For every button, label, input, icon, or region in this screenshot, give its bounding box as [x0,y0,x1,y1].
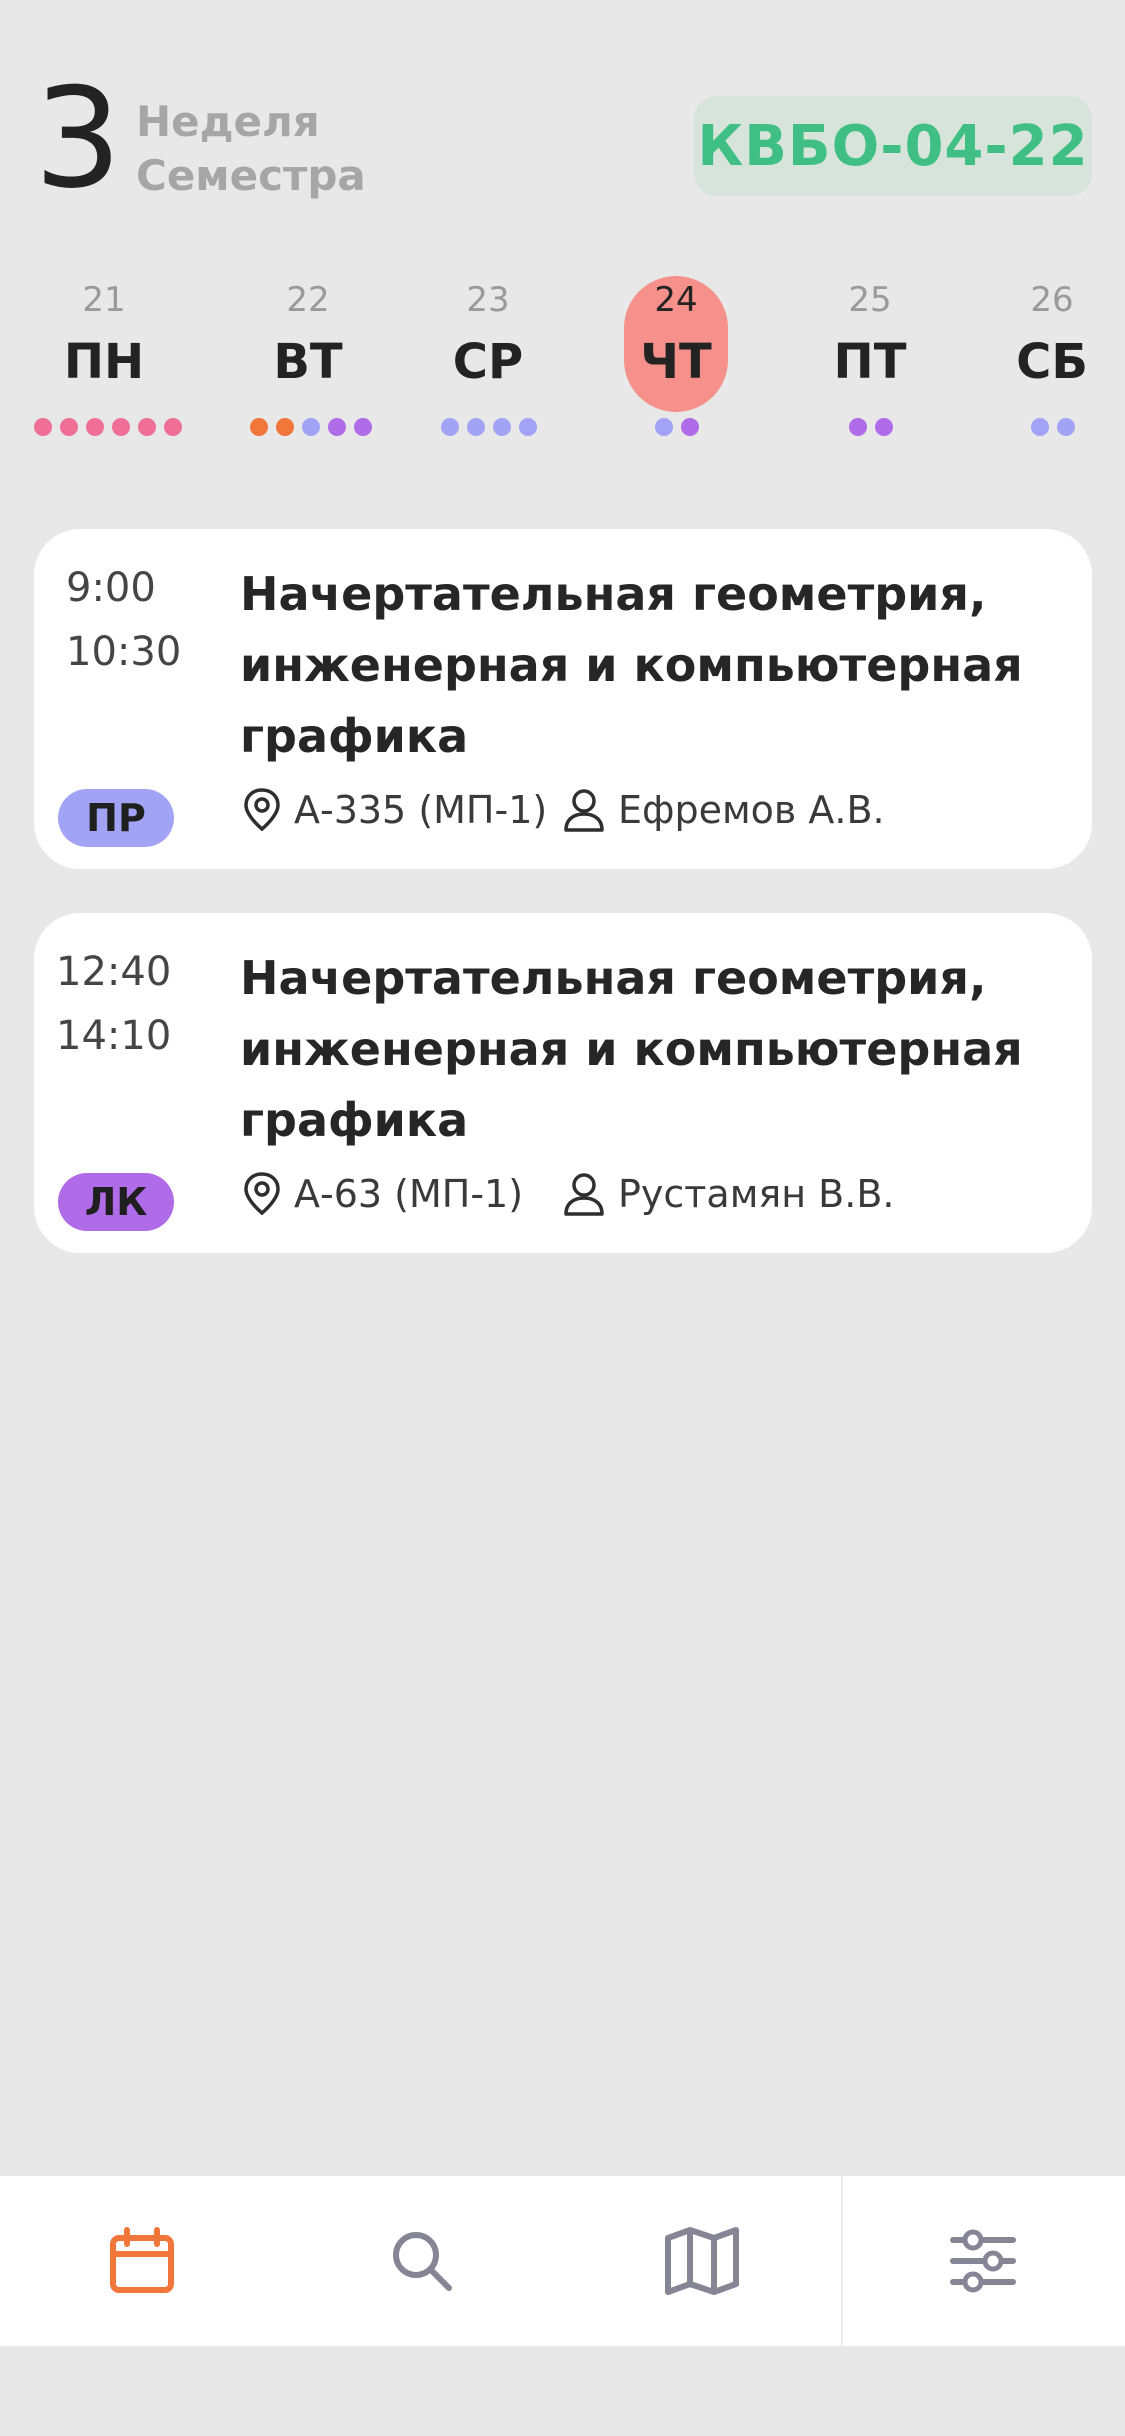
lesson-title-line: Начертательная геометрия, [240,951,987,1005]
lesson-start-time: 12:40 [56,949,172,995]
day-number: 22 [286,280,330,320]
lesson-teacher-text: Рустамян В.В. [618,1172,895,1216]
lesson-dot [138,418,156,436]
day-number: 23 [466,280,510,320]
bottom-navigation [0,2176,1125,2346]
lesson-type-badge: ПР [58,789,174,847]
day-tuesday[interactable]: 22 ВТ [256,276,360,412]
lesson-dot [875,418,893,436]
day-dots-tuesday [250,418,372,438]
day-name: ЧТ [640,334,712,390]
day-name: ВТ [273,334,343,390]
day-number: 26 [1030,280,1074,320]
lesson-dot [493,418,511,436]
lesson-dot [250,418,268,436]
lesson-dot [34,418,52,436]
lesson-title: Начертательная геометрия, инженерная и к… [240,559,1040,772]
lesson-start-time: 9:00 [66,565,156,611]
week-number: 3 [34,58,122,219]
lesson-end-time: 10:30 [66,629,182,675]
day-number: 21 [82,280,126,320]
lesson-room: А-63 (МП-1) [242,1171,523,1217]
person-icon [564,789,604,832]
day-dots-friday [849,418,893,438]
lesson-dot [519,418,537,436]
lesson-teacher: Рустамян В.В. [562,1171,894,1217]
settings-sliders-icon [950,2229,1016,2293]
nav-settings-button[interactable] [843,2176,1123,2346]
week-label-line1: Неделя [136,97,320,146]
lesson-card[interactable]: 12:40 14:10 Начертательная геометрия, ин… [34,913,1092,1253]
lesson-dot [655,418,673,436]
lesson-title-line: графика [240,1093,469,1147]
day-wednesday[interactable]: 23 СР [436,276,540,412]
lesson-title-line: инженерная и компьютерная [240,638,1023,692]
lesson-dot [328,418,346,436]
day-name: ПТ [833,334,907,390]
day-saturday[interactable]: 26 СБ [1000,276,1104,412]
lesson-dot [302,418,320,436]
lesson-title-line: инженерная и компьютерная [240,1022,1023,1076]
lesson-title-line: графика [240,709,469,763]
lesson-dot [681,418,699,436]
day-name: СБ [1016,334,1088,390]
day-dots-monday [34,418,182,438]
day-number: 24 [654,280,698,320]
lesson-dot [467,418,485,436]
location-pin-icon [244,788,280,832]
lesson-room-text: А-63 (МП-1) [294,1172,524,1216]
lesson-dot [276,418,294,436]
day-thursday-selected[interactable]: 24 ЧТ [624,276,728,412]
person-icon [564,1173,604,1216]
lesson-card[interactable]: 9:00 10:30 Начертательная геометрия, инж… [34,529,1092,869]
lesson-room: А-335 (МП-1) [242,787,547,833]
day-monday[interactable]: 21 ПН [52,276,156,412]
lesson-dot [849,418,867,436]
nav-map-button[interactable] [562,2176,842,2346]
lesson-end-time: 14:10 [56,1013,172,1059]
lesson-title: Начертательная геометрия, инженерная и к… [240,943,1040,1156]
day-number: 25 [848,280,892,320]
lesson-dot [354,418,372,436]
day-name: СР [452,334,524,390]
lesson-title-line: Начертательная геометрия, [240,567,987,621]
week-label: Неделя Семестра [136,95,366,203]
lesson-room-text: А-335 (МП-1) [294,788,548,832]
nav-schedule-button[interactable] [2,2176,282,2346]
map-icon [665,2227,739,2295]
lesson-dot [1057,418,1075,436]
calendar-icon [110,2227,174,2293]
group-selector-button[interactable]: КВБО-04-22 [694,96,1092,196]
location-pin-icon [244,1172,280,1216]
day-dots-wednesday [441,418,537,438]
lesson-dot [112,418,130,436]
lesson-dot [164,418,182,436]
day-name: ПН [63,334,145,390]
lesson-dot [60,418,78,436]
search-icon [393,2232,452,2291]
lesson-teacher-text: Ефремов А.В. [618,788,885,832]
day-dots-thursday [655,418,699,438]
nav-search-button[interactable] [282,2176,562,2346]
lesson-dot [441,418,459,436]
week-label-line2: Семестра [136,151,366,200]
lesson-dot [1031,418,1049,436]
day-friday[interactable]: 25 ПТ [818,276,922,412]
lesson-teacher: Ефремов А.В. [562,787,885,833]
day-dots-saturday [1031,418,1075,438]
lesson-dot [86,418,104,436]
lesson-type-badge: ЛК [58,1173,174,1231]
